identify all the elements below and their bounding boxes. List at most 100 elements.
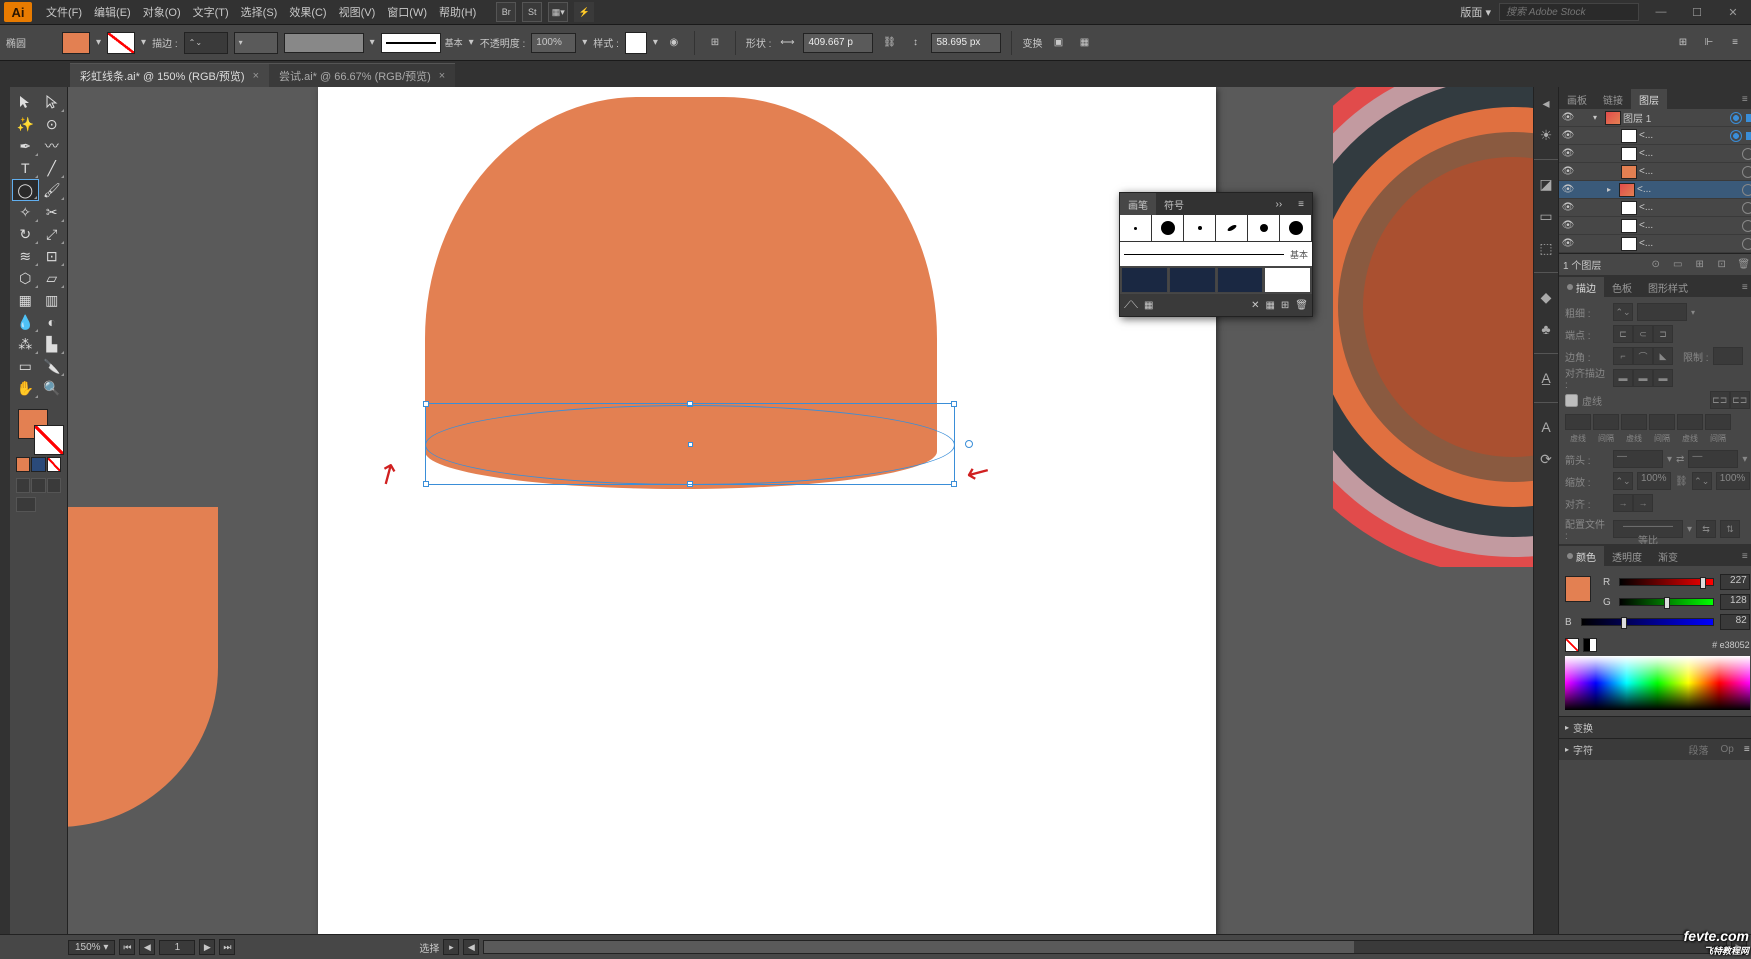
color-theme-icon[interactable]: ☀ bbox=[1534, 123, 1558, 147]
zoom-tool[interactable]: 🔍 bbox=[39, 377, 66, 399]
menu-file[interactable]: 文件(F) bbox=[40, 0, 88, 25]
fill-stroke-box[interactable] bbox=[12, 405, 65, 455]
scale-tool[interactable]: ⤢ bbox=[39, 223, 66, 245]
hscroll-right[interactable]: ▶ bbox=[1731, 939, 1747, 955]
delete-brush-icon[interactable]: 🗑 bbox=[1295, 300, 1308, 311]
stroke-dropdown-icon[interactable]: ▾ bbox=[141, 37, 146, 48]
brush-thumb[interactable] bbox=[1217, 267, 1264, 293]
brush-thumb[interactable] bbox=[1120, 215, 1152, 241]
dash-checkbox[interactable] bbox=[1565, 394, 1578, 407]
none-chip[interactable] bbox=[1565, 638, 1579, 652]
export-icon[interactable]: ⟳ bbox=[1534, 447, 1558, 471]
glyph-icon[interactable]: A bbox=[1534, 415, 1558, 439]
draw-normal-icon[interactable] bbox=[16, 478, 30, 493]
layer-row-selected[interactable]: 👁▸<... bbox=[1559, 181, 1751, 199]
dash-preserve[interactable]: ⊏⊐ bbox=[1710, 391, 1730, 409]
draw-inside-icon[interactable] bbox=[47, 478, 61, 493]
tab-artboards[interactable]: 画板 bbox=[1559, 89, 1595, 109]
tab-layers[interactable]: 图层 bbox=[1631, 89, 1667, 109]
blend-tool[interactable]: ◐ bbox=[39, 311, 66, 333]
target-icon[interactable] bbox=[1730, 112, 1742, 124]
character-collapsed[interactable]: ▸字符段落Op≡ bbox=[1559, 738, 1751, 760]
scale-end[interactable]: 100% bbox=[1716, 472, 1750, 490]
hscroll-left[interactable]: ◀ bbox=[463, 939, 479, 955]
close-icon[interactable]: × bbox=[253, 70, 259, 82]
draw-behind-icon[interactable] bbox=[31, 478, 45, 493]
isolate2-icon[interactable]: ▦ bbox=[1074, 33, 1094, 53]
search-stock-input[interactable] bbox=[1499, 3, 1639, 21]
fill-dropdown-icon[interactable]: ▾ bbox=[96, 37, 101, 48]
panel-menu-icon[interactable]: ≡ bbox=[1290, 193, 1312, 215]
brush-thumb[interactable] bbox=[1169, 267, 1216, 293]
direct-selection-tool[interactable] bbox=[39, 91, 66, 113]
tab-swatches[interactable]: 色板 bbox=[1604, 277, 1640, 297]
align-icon[interactable]: ⊞ bbox=[705, 33, 725, 53]
workspace-switcher[interactable]: 版面 ▾ bbox=[1460, 4, 1491, 20]
layer-row[interactable]: 👁<... bbox=[1559, 127, 1751, 145]
tab-transparency[interactable]: 透明度 bbox=[1604, 546, 1650, 566]
vsp-dropdown[interactable]: ▾ bbox=[234, 32, 278, 54]
basic-brush-row[interactable]: 基本 bbox=[1120, 242, 1312, 266]
menu-select[interactable]: 选择(S) bbox=[235, 0, 284, 25]
brush-options-icon[interactable]: ▦ bbox=[1265, 300, 1274, 311]
target-icon[interactable] bbox=[1730, 130, 1742, 142]
flip-v-icon[interactable]: ⇅ bbox=[1720, 520, 1740, 538]
artboard-prev-icon[interactable]: ◀ bbox=[139, 939, 155, 955]
magic-wand-tool[interactable]: ✨ bbox=[12, 113, 39, 135]
delete-layer-icon[interactable]: 🗑 bbox=[1736, 259, 1751, 270]
libraries-icon[interactable]: ▭ bbox=[1534, 204, 1558, 228]
tab-links[interactable]: 链接 bbox=[1595, 89, 1631, 109]
bridge-icon[interactable]: Br bbox=[496, 2, 516, 22]
new-sublayer-icon[interactable]: ⊞ bbox=[1692, 259, 1708, 270]
h-scrollbar[interactable] bbox=[483, 940, 1727, 954]
symbol-sprayer-tool[interactable]: ⁂ bbox=[12, 333, 39, 355]
perspective-tool[interactable]: ▱ bbox=[39, 267, 66, 289]
menu-help[interactable]: 帮助(H) bbox=[433, 0, 482, 25]
locate-icon[interactable]: ⊙ bbox=[1648, 259, 1664, 270]
limit-input[interactable] bbox=[1713, 347, 1743, 365]
tab-active[interactable]: 彩虹线条.ai* @ 150% (RGB/预览) × bbox=[70, 63, 269, 87]
profile-swatch[interactable] bbox=[284, 33, 364, 53]
panel-menu-icon[interactable]: ≡ bbox=[1734, 546, 1751, 566]
swap-icon[interactable]: ⇄ bbox=[1676, 454, 1684, 465]
status-dropdown-icon[interactable]: ▸ bbox=[443, 939, 459, 955]
brush-thumb[interactable] bbox=[1248, 215, 1280, 241]
opacity-value[interactable]: 100% bbox=[531, 33, 576, 53]
stock-icon[interactable]: St bbox=[522, 2, 542, 22]
cap-proj[interactable]: ⊐ bbox=[1653, 325, 1673, 343]
brush-lib2-icon[interactable]: ▦ bbox=[1144, 300, 1153, 311]
none-mode-icon[interactable] bbox=[47, 457, 61, 472]
brushes-icon[interactable]: ◆ bbox=[1534, 285, 1558, 309]
g-value[interactable]: 128 bbox=[1720, 594, 1750, 610]
panel-tab-symbols[interactable]: 符号 bbox=[1156, 193, 1192, 215]
brush-thumb[interactable] bbox=[1216, 215, 1248, 241]
transform-collapsed[interactable]: ▸变换 bbox=[1559, 716, 1751, 738]
align-inside[interactable]: ▬ bbox=[1633, 369, 1653, 387]
close-icon[interactable]: × bbox=[439, 70, 445, 82]
recolor-icon[interactable]: ◉ bbox=[664, 33, 684, 53]
tab-stroke[interactable]: 描边 bbox=[1559, 277, 1604, 297]
layer-row[interactable]: 👁<... bbox=[1559, 163, 1751, 181]
layer-row[interactable]: 👁<... bbox=[1559, 145, 1751, 163]
tab-gradient[interactable]: 渐变 bbox=[1650, 546, 1686, 566]
stroke-swatch[interactable] bbox=[107, 32, 135, 54]
brush-thumb[interactable] bbox=[1152, 215, 1184, 241]
width-tool[interactable]: ≋ bbox=[12, 245, 39, 267]
ellipse-path[interactable] bbox=[425, 405, 955, 485]
collapse-icon[interactable]: ›› bbox=[1267, 193, 1290, 215]
arrange-docs-icon[interactable]: ▦▾ bbox=[548, 2, 568, 22]
visibility-icon[interactable]: 👁 bbox=[1561, 112, 1575, 123]
gpu-icon[interactable]: ⚡ bbox=[574, 2, 594, 22]
char-icon[interactable]: A̲ bbox=[1534, 366, 1558, 390]
panel-menu-icon[interactable]: ≡ bbox=[1725, 33, 1745, 53]
r-value[interactable]: 227 bbox=[1720, 574, 1750, 590]
eraser-tool[interactable]: ✂ bbox=[39, 201, 66, 223]
flip-h-icon[interactable]: ⇆ bbox=[1696, 520, 1716, 538]
option2-icon[interactable]: ⊩ bbox=[1699, 33, 1719, 53]
artboard-last-icon[interactable]: ⏭ bbox=[219, 939, 235, 955]
window-minimize[interactable]: — bbox=[1647, 4, 1675, 20]
shape-builder-tool[interactable]: ⬡ bbox=[12, 267, 39, 289]
free-transform-tool[interactable]: ⊡ bbox=[39, 245, 66, 267]
tab-color[interactable]: 颜色 bbox=[1559, 546, 1604, 566]
b-slider[interactable] bbox=[1581, 618, 1714, 626]
